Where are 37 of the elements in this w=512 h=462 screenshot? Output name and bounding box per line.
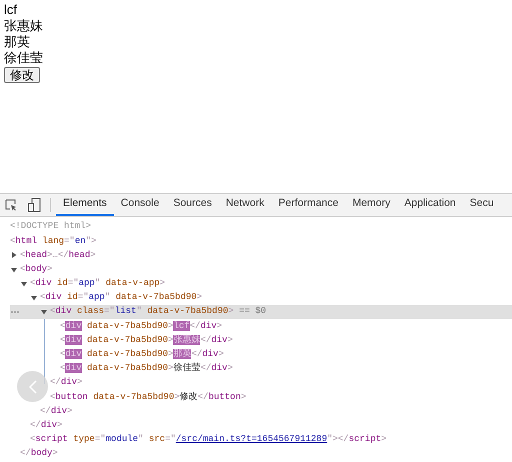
closing-tag-line[interactable]: </div> (50, 376, 82, 390)
caret-down-icon[interactable] (21, 280, 27, 287)
code-line[interactable]: <div data-v-7ba5bd90>张惠妹</div> (60, 334, 233, 348)
devtools-tab[interactable]: Sources (166, 194, 219, 216)
inspect-icon[interactable] (5, 199, 17, 211)
code-line[interactable]: <body> (20, 262, 52, 276)
caret-down-icon[interactable] (31, 295, 37, 302)
code-line[interactable]: <div id="app" data-v-app> (30, 277, 166, 291)
code-line[interactable]: <head>…</head> (20, 248, 96, 262)
list-item-text: lcf (4, 2, 17, 17)
closing-tag-line[interactable]: </div> (40, 404, 72, 418)
source-link[interactable]: /src/main.ts?t=1654567911289 (176, 434, 328, 444)
list-item-text: 张惠妹 (4, 18, 43, 33)
code-line[interactable]: <script type="module" src="/src/main.ts?t=1654567911289"></script> (30, 433, 387, 447)
code-line[interactable]: <html lang="en"> (10, 234, 96, 248)
devtools-tab[interactable]: Secu (462, 194, 501, 216)
caret-down-icon[interactable] (41, 309, 47, 316)
device-toggle-icon[interactable] (28, 198, 41, 212)
devtools-tab[interactable]: Application (397, 194, 463, 216)
caret-right-icon[interactable] (11, 252, 17, 258)
code-line[interactable]: <div id="app" data-v-7ba5bd90> (40, 291, 202, 305)
edit-button[interactable]: 修改 (4, 67, 40, 83)
chevron-left-icon (28, 380, 36, 394)
closing-tag-line[interactable]: </div> (30, 418, 62, 432)
devtools-tab[interactable]: Network (218, 194, 272, 216)
list-item-text: 徐佳莹 (4, 50, 43, 65)
caret-down-icon[interactable] (11, 266, 17, 273)
more-icon[interactable] (11, 311, 19, 314)
code-line[interactable]: <div data-v-7ba5bd90>徐佳莹</div> (60, 362, 233, 376)
devtools-tab[interactable]: Performance (271, 194, 346, 216)
list-item-text: 那英 (4, 34, 30, 49)
devtools-tab[interactable]: Elements (56, 194, 114, 216)
closing-tag-line[interactable]: </body> (20, 447, 58, 461)
devtools-tab[interactable]: Console (114, 194, 166, 216)
code-line[interactable]: <div data-v-7ba5bd90>lcf</div> (60, 320, 222, 334)
code-line[interactable]: <button data-v-7ba5bd90>修改</button> (50, 390, 246, 404)
devtools-tab[interactable]: Memory (345, 194, 398, 216)
